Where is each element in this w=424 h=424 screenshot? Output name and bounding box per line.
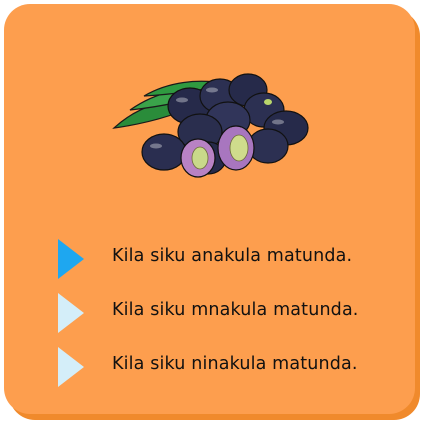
play-arrow-icon (58, 347, 84, 387)
play-arrow-selected-icon (58, 239, 84, 279)
answer-option-label: Kila siku anakula matunda. (112, 246, 353, 266)
answer-option-label: Kila siku ninakula matunda. (112, 354, 358, 374)
answer-option[interactable]: Kila siku ninakula matunda. (56, 345, 396, 389)
answer-option[interactable]: Kila siku mnakula matunda. (56, 291, 396, 335)
answer-option[interactable]: Kila siku anakula matunda. (56, 237, 396, 281)
answer-option-label: Kila siku mnakula matunda. (112, 300, 359, 320)
jamun-fruit-image (112, 73, 309, 178)
play-arrow-icon (58, 293, 84, 333)
question-card: Kila siku anakula matunda. Kila siku mna… (4, 4, 415, 414)
